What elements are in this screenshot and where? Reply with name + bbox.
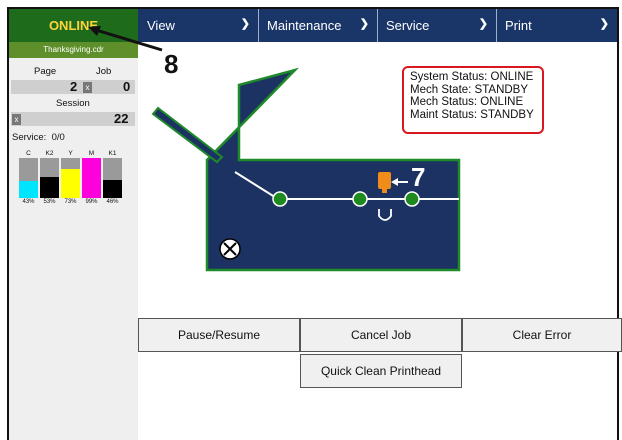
ink-gauge-k2 <box>40 158 59 198</box>
chevron-down-icon: ❯ <box>478 18 488 30</box>
callout-7: 7 <box>411 162 426 192</box>
ink-fill-m <box>82 158 101 198</box>
printhead-carriage <box>378 172 391 189</box>
ink-fill-c <box>19 180 38 198</box>
ink-percent-y: 73% <box>64 199 77 205</box>
ink-label-k2: K2 <box>45 150 54 157</box>
chevron-down-icon: ❯ <box>240 18 250 30</box>
system-status-line: System Status: ONLINE <box>410 71 534 83</box>
page-value: 2 <box>70 79 78 94</box>
menu-service[interactable]: Service ❯ <box>377 9 496 42</box>
output-tray <box>151 106 224 164</box>
ink-percent-c: 43% <box>22 199 35 205</box>
service-label-text: Service: <box>12 132 47 143</box>
ink-label-m: M <box>88 150 95 157</box>
menu-maintenance[interactable]: Maintenance ❯ <box>258 9 377 42</box>
session-label: Session <box>56 98 90 109</box>
reset-session-button[interactable]: x <box>12 114 21 125</box>
service-value: 0/0 <box>51 132 65 143</box>
mech-status-line: Mech Status: ONLINE <box>410 96 524 109</box>
chevron-down-icon: ❯ <box>359 18 369 30</box>
ink-fill-y <box>61 168 80 198</box>
clear-error-button[interactable]: Clear Error <box>462 318 622 352</box>
roller-1 <box>272 191 288 207</box>
ink-percent-k2: 53% <box>43 199 56 205</box>
ink-fill-k2 <box>40 176 59 198</box>
ink-label-k1: K1 <box>108 150 117 157</box>
menu-service-label: Service <box>386 18 430 33</box>
ink-gauge-y <box>61 158 80 198</box>
menu-print[interactable]: Print ❯ <box>496 9 617 42</box>
reset-page-button[interactable]: x <box>83 82 92 93</box>
pause-resume-button[interactable]: Pause/Resume <box>138 318 300 352</box>
printhead-nozzle <box>382 189 387 193</box>
callout-8-line <box>95 28 163 52</box>
status-panel: System Status: ONLINE Mech State: STANDB… <box>402 66 544 134</box>
session-value: 22 <box>114 111 129 126</box>
menu-print-label: Print <box>505 18 532 33</box>
job-value: 0 <box>123 79 131 94</box>
ink-percent-m: 99% <box>85 199 98 205</box>
ink-gauge-k1 <box>103 158 122 198</box>
service-label: Service: 0/0 <box>12 132 65 143</box>
roller-3 <box>404 191 420 207</box>
ink-label-c: C <box>26 150 31 157</box>
ink-label-y: Y <box>68 150 73 157</box>
ink-fill-k1 <box>103 179 122 198</box>
ink-gauge-c <box>19 158 38 198</box>
ink-percent-k1: 46% <box>106 199 119 205</box>
maint-status-line: Maint Status: STANDBY <box>410 108 534 121</box>
quick-clean-printhead-button[interactable]: Quick Clean Printhead <box>300 354 462 388</box>
menu-maintenance-label: Maintenance <box>267 18 342 33</box>
callout-8: 8 <box>164 49 179 79</box>
mech-state-line: Mech State: STANDBY <box>410 83 529 96</box>
chevron-down-icon: ❯ <box>599 18 609 30</box>
roller-2 <box>352 191 368 207</box>
close-circle-icon[interactable] <box>219 238 241 260</box>
cancel-job-button[interactable]: Cancel Job <box>300 318 462 352</box>
ink-gauge-m <box>82 158 101 198</box>
